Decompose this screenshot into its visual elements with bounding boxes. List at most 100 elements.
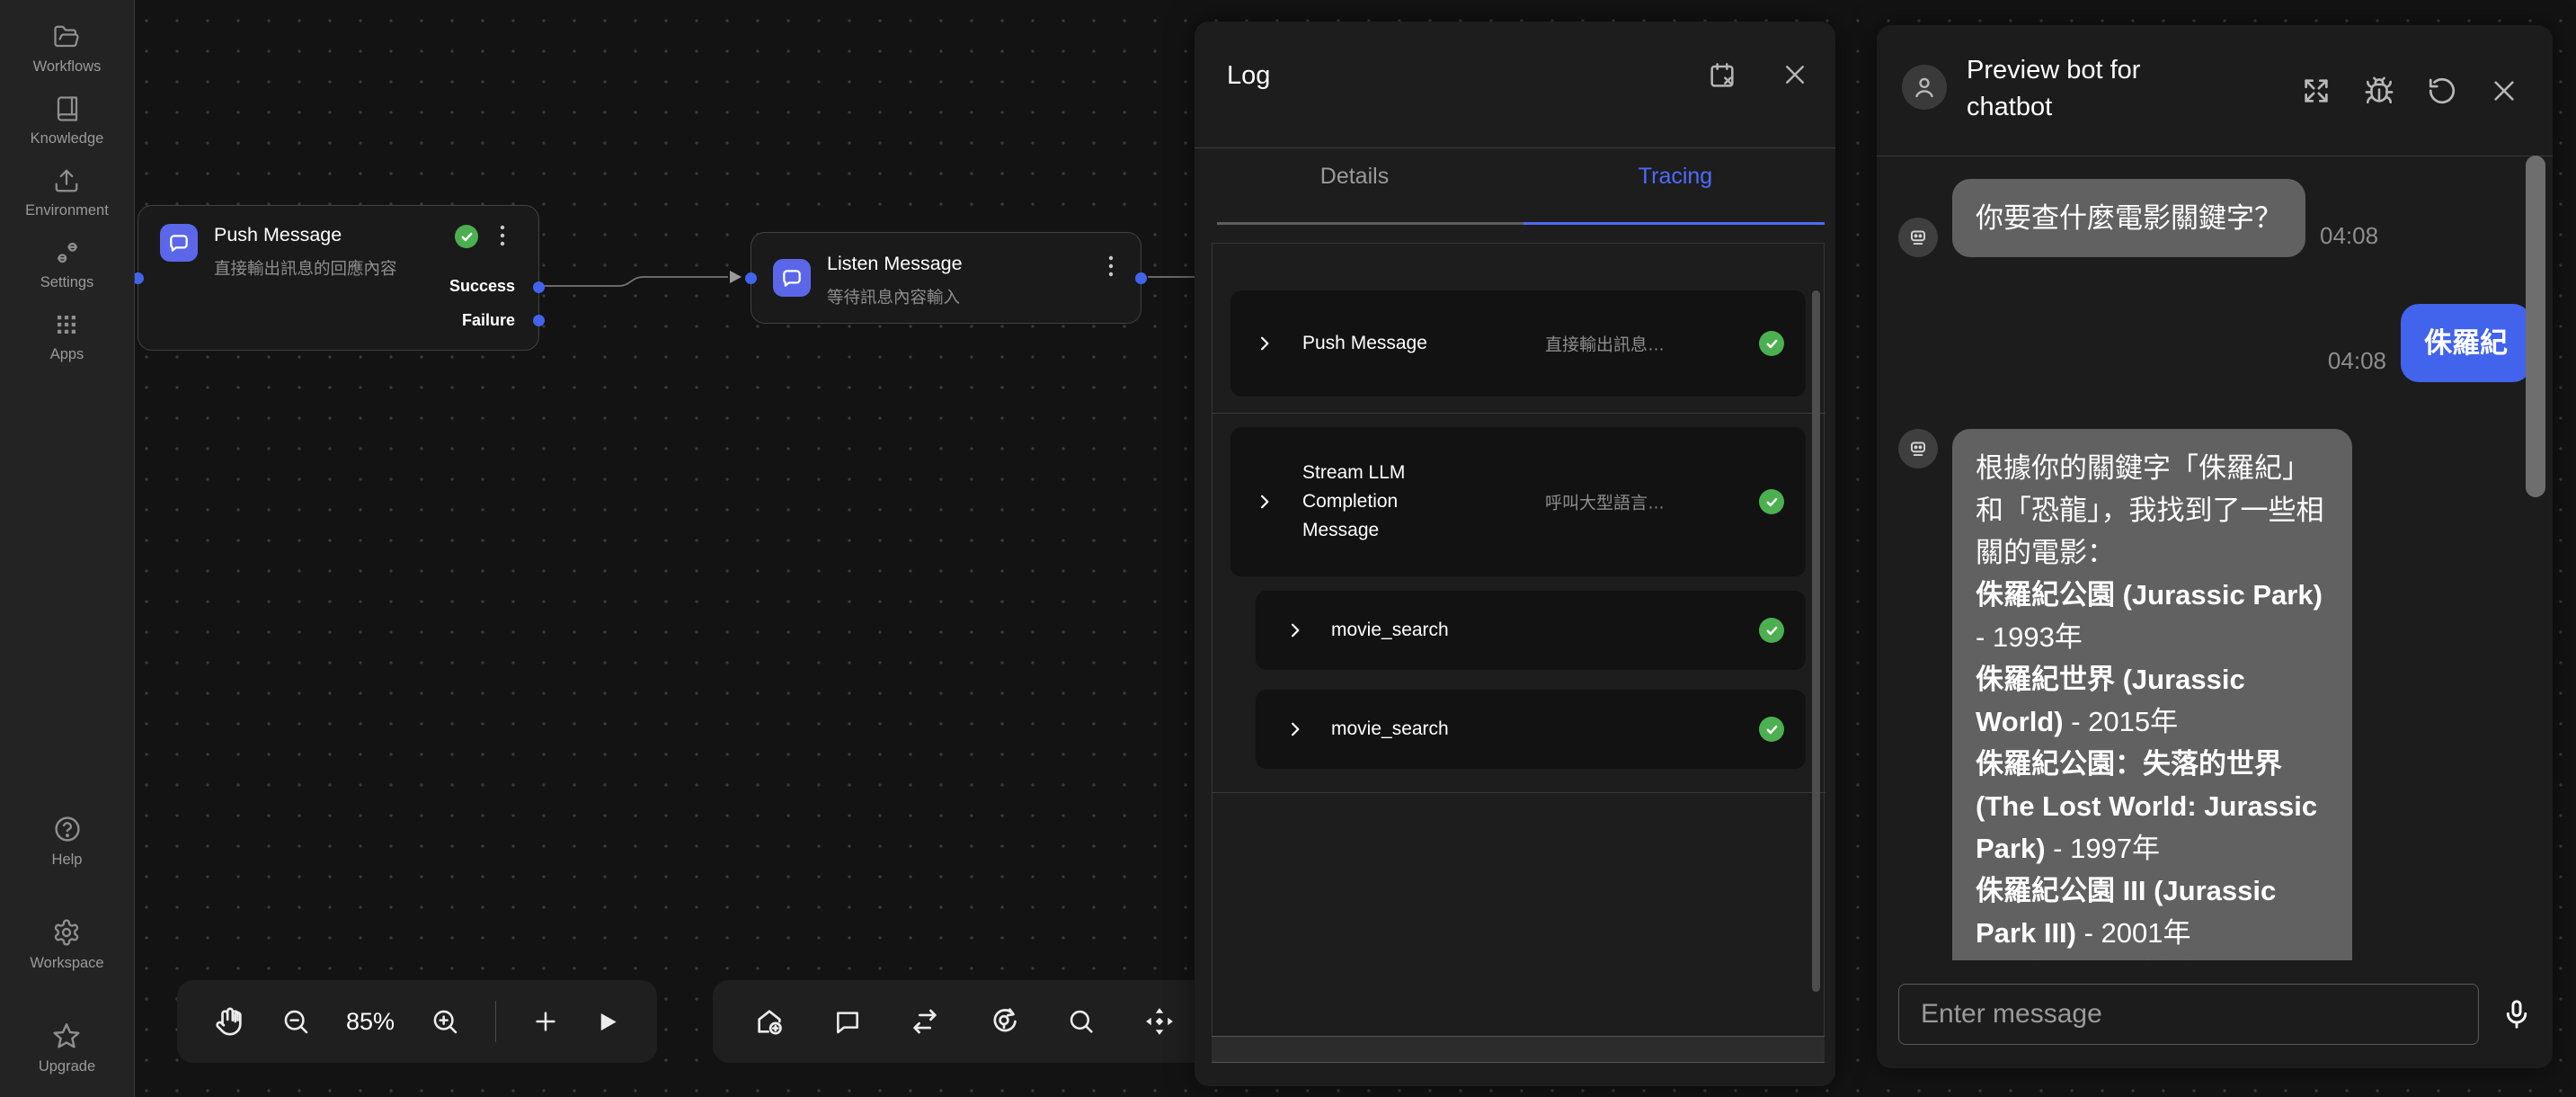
- trace-list: Push Message 直接輸出訊息… Stream LLM Completi…: [1212, 243, 1825, 1052]
- sidebar-item-label: Knowledge: [31, 130, 104, 147]
- robot-avatar-icon: [1898, 218, 1938, 257]
- chevron-right-icon: [1286, 720, 1304, 738]
- zoom-in-icon[interactable]: [431, 1007, 459, 1036]
- star-icon: [52, 1021, 81, 1050]
- node-listen-message[interactable]: Listen Message 等待訊息內容輸入: [751, 232, 1141, 324]
- log-horizontal-scrollbar[interactable]: [1212, 1036, 1825, 1063]
- microphone-icon[interactable]: [2500, 998, 2533, 1030]
- node-subtitle: 等待訊息內容輸入: [827, 285, 960, 308]
- zoom-level[interactable]: 85%: [346, 1008, 395, 1036]
- kebab-menu-icon[interactable]: [498, 224, 507, 249]
- sidebar-item-label: Apps: [50, 346, 84, 363]
- node-subtitle: 直接輸出訊息的回應內容: [214, 256, 397, 280]
- input-port[interactable]: [745, 272, 757, 284]
- success-check-badge: [1759, 618, 1784, 643]
- bot-message: 根據你的關鍵字「侏羅紀」和「恐龍」，我找到了一些相關的電影： 侏羅紀公園 (Ju…: [1898, 429, 2531, 960]
- pan-hand-icon[interactable]: [215, 1006, 245, 1037]
- sidebar: Workflows Knowledge Environment Settings…: [0, 0, 135, 1097]
- chat-title: Preview bot for chatbot: [1967, 52, 2209, 126]
- sidebar-item-help[interactable]: Help: [52, 815, 83, 869]
- workflow-editor-app: Workflows Knowledge Environment Settings…: [0, 0, 2576, 1097]
- sidebar-item-label: Environment: [25, 202, 109, 219]
- tab-tracing[interactable]: Tracing: [1515, 164, 1835, 190]
- trace-subtitle: 直接輸出訊息…: [1545, 332, 1665, 356]
- sidebar-item-label: Upgrade: [39, 1058, 95, 1075]
- close-icon[interactable]: [1781, 61, 1808, 88]
- success-check-badge: [1759, 331, 1784, 356]
- search-icon[interactable]: [1067, 1007, 1096, 1036]
- trace-title: movie_search: [1331, 715, 1691, 744]
- sidebar-item-workspace[interactable]: Workspace: [30, 918, 103, 972]
- output-port-failure[interactable]: [533, 315, 545, 326]
- chat-preview-panel: Preview bot for chatbot: [1877, 25, 2553, 1068]
- toolbar-divider: [495, 1001, 496, 1042]
- message-bubble: 侏羅紀: [2401, 304, 2531, 382]
- output-label-success: Success: [449, 277, 515, 296]
- header-divider: [1195, 147, 1835, 148]
- message-timestamp: 04:08: [2320, 222, 2378, 250]
- robot-avatar-icon: [1898, 429, 1938, 468]
- chat-bubble-icon: [773, 259, 811, 297]
- chat-scrollbar-thumb[interactable]: [2526, 156, 2545, 497]
- sidebar-item-label: Help: [52, 852, 83, 869]
- node-title: Push Message: [214, 224, 342, 246]
- node-title: Listen Message: [827, 253, 963, 275]
- comment-bubble-icon[interactable]: [833, 1007, 862, 1036]
- node-push-message[interactable]: Push Message 直接輸出訊息的回應內容 Success Failure: [138, 205, 539, 351]
- trace-row-push-message[interactable]: Push Message 直接輸出訊息…: [1230, 290, 1806, 397]
- calendar-clear-icon[interactable]: [1708, 61, 1737, 90]
- folder-open-icon: [53, 23, 80, 50]
- message-input[interactable]: [1898, 984, 2479, 1045]
- sidebar-item-upgrade[interactable]: Upgrade: [39, 1021, 95, 1075]
- message-bubble: 你要查什麼電影關鍵字？: [1952, 179, 2305, 257]
- sidebar-item-environment[interactable]: Environment: [25, 167, 109, 219]
- sidebar-item-settings[interactable]: Settings: [40, 239, 94, 291]
- book-icon: [54, 95, 81, 122]
- bot-avatar: [1902, 65, 1947, 110]
- kebab-menu-icon[interactable]: [1106, 254, 1115, 280]
- output-port[interactable]: [1135, 272, 1147, 284]
- trace-title: movie_search: [1331, 616, 1691, 645]
- auto-layout-bulb-icon[interactable]: [989, 1006, 1019, 1037]
- zoom-out-icon[interactable]: [281, 1007, 310, 1036]
- close-icon[interactable]: [2490, 76, 2518, 106]
- sidebar-item-knowledge[interactable]: Knowledge: [31, 95, 104, 147]
- tab-underline-inactive: [1217, 222, 1523, 225]
- sidebar-item-apps[interactable]: Apps: [50, 311, 84, 363]
- sidebar-item-workflows[interactable]: Workflows: [33, 23, 102, 76]
- log-panel-title: Log: [1227, 61, 1270, 91]
- trace-row-movie-search[interactable]: movie_search: [1256, 690, 1806, 769]
- tab-details[interactable]: Details: [1195, 164, 1515, 190]
- trace-title: Stream LLM Completion Message: [1302, 459, 1451, 545]
- debug-bug-icon[interactable]: [2364, 76, 2394, 106]
- chevron-right-icon: [1256, 493, 1274, 511]
- canvas-action-toolbar: [713, 980, 1216, 1063]
- success-check-badge: [455, 225, 478, 248]
- help-circle-icon: [53, 815, 82, 843]
- log-scrollbar-thumb[interactable]: [1812, 290, 1820, 992]
- gear-icon: [52, 918, 81, 947]
- run-play-icon[interactable]: [595, 1010, 619, 1034]
- chevron-right-icon: [1256, 334, 1274, 352]
- sidebar-item-label: Workflows: [33, 58, 102, 76]
- trace-divider: [1212, 413, 1825, 414]
- sidebar-item-label: Workspace: [30, 955, 103, 972]
- output-port-success[interactable]: [533, 281, 545, 293]
- add-node-plus-icon[interactable]: [532, 1008, 559, 1035]
- trace-row-stream-llm[interactable]: Stream LLM Completion Message 呼叫大型語言…: [1230, 427, 1806, 576]
- trace-row-movie-search[interactable]: movie_search: [1256, 591, 1806, 670]
- swap-arrows-icon[interactable]: [910, 1006, 940, 1037]
- move-canvas-icon[interactable]: [1144, 1006, 1175, 1037]
- message-timestamp: 04:08: [2328, 347, 2386, 375]
- refresh-icon[interactable]: [2427, 76, 2457, 106]
- chat-bubble-icon: [160, 224, 198, 262]
- upload-icon: [53, 167, 80, 194]
- expand-icon[interactable]: [2301, 76, 2332, 106]
- message-bubble: 根據你的關鍵字「侏羅紀」和「恐龍」，我找到了一些相關的電影： 侏羅紀公園 (Ju…: [1952, 429, 2352, 960]
- trace-title: Push Message: [1302, 329, 1451, 358]
- chat-messages: 你要查什麼電影關鍵字？ 04:08 04:08 侏羅紀 根據你的關鍵字「侏羅紀」…: [1877, 157, 2553, 960]
- tab-underline-active: [1523, 222, 1825, 225]
- trace-divider: [1212, 792, 1825, 793]
- add-home-node-icon[interactable]: [754, 1006, 785, 1037]
- user-message: 04:08 侏羅紀: [1898, 304, 2531, 382]
